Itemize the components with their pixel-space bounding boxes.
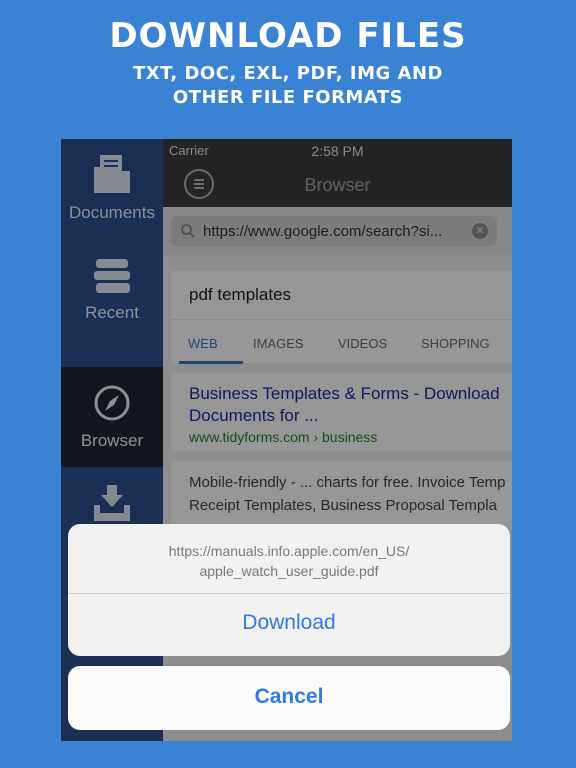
- promo-subline-2: OTHER FILE FORMATS: [172, 87, 404, 108]
- promo-subline: TXT, DOC, EXL, PDF, IMG AND OTHER FILE F…: [0, 62, 576, 110]
- promo-subline-1: TXT, DOC, EXL, PDF, IMG AND: [132, 63, 443, 84]
- download-action-sheet: https://manuals.info.apple.com/en_US/ ap…: [68, 524, 510, 656]
- cancel-button[interactable]: Cancel: [68, 666, 510, 730]
- device-screen: Documents Recent Browser Carrier 2:58 PM…: [61, 139, 512, 741]
- cancel-label: Cancel: [254, 685, 324, 708]
- sheet-divider: [68, 593, 510, 594]
- sheet-message-line-1: https://manuals.info.apple.com/en_US/: [168, 543, 410, 559]
- sheet-message: https://manuals.info.apple.com/en_US/ ap…: [68, 541, 510, 581]
- download-button[interactable]: Download: [68, 611, 510, 635]
- promo-headline: DOWNLOAD FILES: [109, 16, 467, 56]
- sheet-message-line-2: apple_watch_user_guide.pdf: [199, 563, 379, 579]
